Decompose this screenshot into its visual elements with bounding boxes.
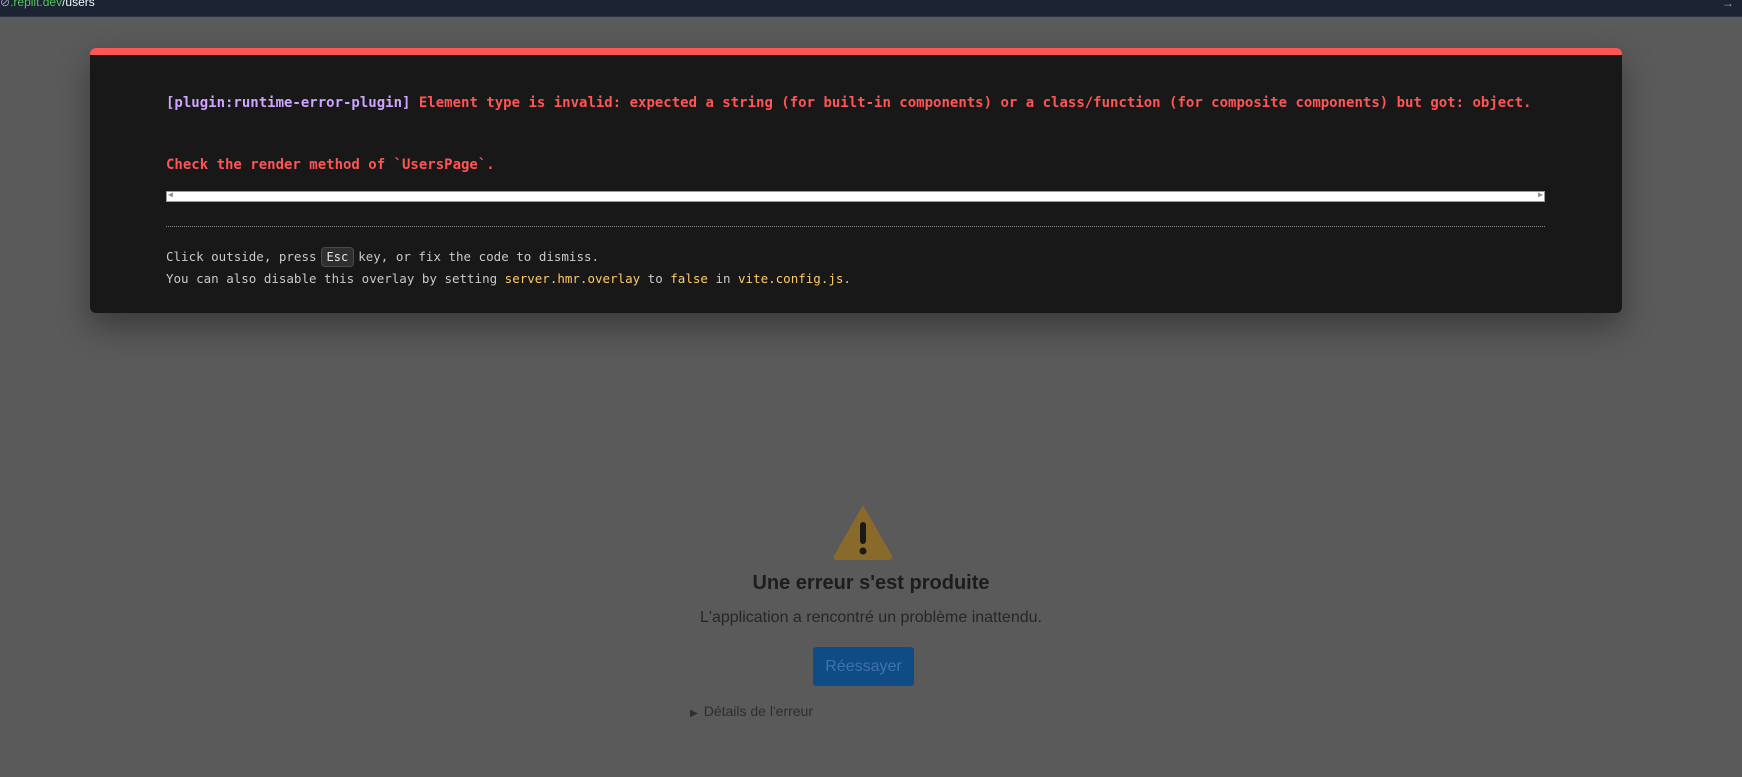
plugin-name: [plugin:runtime-error-plugin] [166, 95, 411, 111]
config-value: false [670, 271, 708, 286]
disable-tip-period: . [843, 271, 851, 286]
dismiss-tip-text-end: key, or fix the code to dismiss. [358, 249, 600, 264]
url-path: /users [62, 0, 95, 9]
error-message: [plugin:runtime-error-plugin] Element ty… [166, 93, 1556, 113]
retry-button[interactable]: Réessayer [813, 647, 914, 686]
error-overlay[interactable]: [plugin:runtime-error-plugin] Element ty… [90, 48, 1622, 313]
scroll-left-icon[interactable]: ◀ [168, 190, 173, 199]
address-bar[interactable]: ⊘.replit.dev/users → [0, 0, 1742, 17]
error-hint: Check the render method of `UsersPage`. [166, 157, 495, 173]
warning-icon [833, 506, 893, 560]
error-title: Une erreur s'est produite [752, 572, 990, 594]
error-message-text: Element type is invalid: expected a stri… [418, 95, 1532, 111]
disable-tip-text: You can also disable this overlay by set… [166, 271, 498, 286]
error-subtitle: L'application a rencontré un problème in… [700, 609, 1042, 626]
arrow-right-icon[interactable]: → [1722, 0, 1734, 10]
disable-tip: You can also disable this overlay by set… [166, 270, 851, 288]
url-text[interactable]: ⊘.replit.dev/users [0, 0, 95, 9]
esc-key: Esc [320, 247, 355, 267]
error-details-label: Détails de l'erreur [703, 703, 813, 719]
horizontal-scrollbar[interactable]: ◀ ▶ [166, 190, 1545, 202]
dismiss-tip-text: Click outside, press [166, 249, 317, 264]
url-domain: .replit.dev [10, 0, 63, 9]
disable-tip-to: to [647, 271, 663, 286]
config-key: server.hmr.overlay [504, 271, 641, 286]
disable-tip-in: in [715, 271, 731, 286]
divider [166, 226, 1545, 227]
error-details-toggle[interactable]: ▶ Détails de l'erreur [690, 703, 813, 719]
config-file: vite.config.js [738, 271, 844, 286]
link-icon: ⊘ [0, 0, 11, 9]
scroll-right-icon[interactable]: ▶ [1538, 190, 1543, 199]
dismiss-tip: Click outside, press Esc key, or fix the c… [166, 247, 599, 267]
disclosure-triangle-icon: ▶ [690, 708, 698, 719]
